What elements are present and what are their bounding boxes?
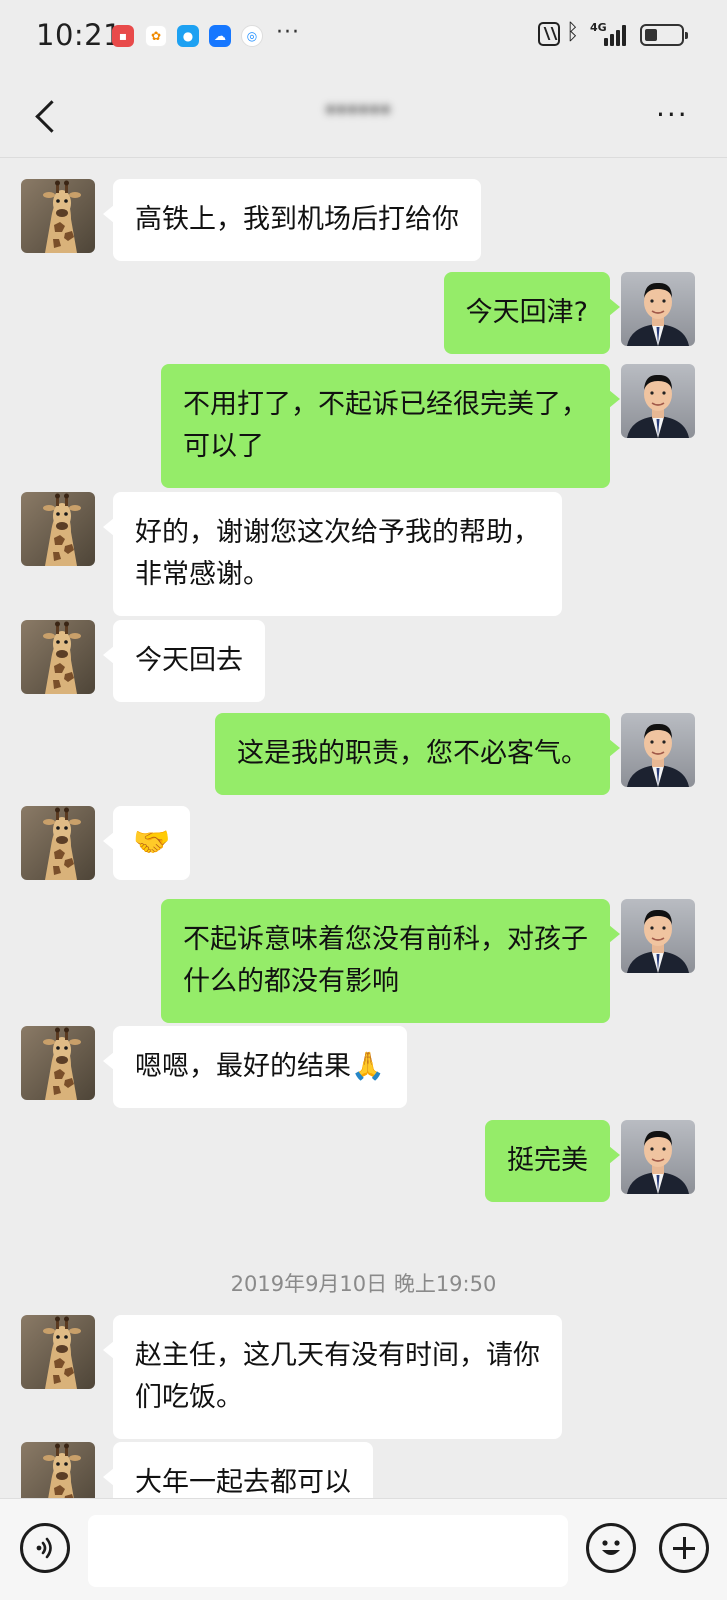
battery-level xyxy=(645,29,657,41)
voice-icon xyxy=(36,1537,52,1559)
contact-avatar[interactable] xyxy=(21,1315,95,1389)
huawei-store-icon: ▪ xyxy=(112,25,134,47)
nfc-icon xyxy=(538,22,560,46)
cloud-icon: ☁ xyxy=(209,25,231,47)
browser-icon: ◎ xyxy=(241,25,263,47)
message-bubble[interactable]: 赵主任，这几天有没有时间，请你 们吃饭。 xyxy=(103,1315,562,1439)
message-bubble[interactable]: 这是我的职责，您不必客气。 xyxy=(215,713,620,795)
my-avatar[interactable] xyxy=(621,713,695,787)
back-button[interactable] xyxy=(28,96,68,136)
more-notifications-icon: ··· xyxy=(276,20,300,45)
contact-avatar[interactable] xyxy=(21,179,95,253)
message-bubble[interactable]: 好的，谢谢您这次给予我的帮助， 非常感谢。 xyxy=(103,492,562,616)
message-bubble[interactable]: 不起诉意味着您没有前科，对孩子 什么的都没有影响 xyxy=(161,899,620,1023)
bluetooth-icon: ᛒ xyxy=(566,20,580,45)
status-time: 10:21 xyxy=(36,18,123,52)
status-bar: 10:21 ▪ ✿ ● ☁ ◎ ··· ᛒ 4G xyxy=(0,0,727,72)
more-options-button[interactable]: ··· xyxy=(656,98,689,131)
message-bubble[interactable]: 不用打了，不起诉已经很完美了， 可以了 xyxy=(161,364,620,488)
input-bar xyxy=(0,1498,727,1600)
message-bubble[interactable]: 高铁上，我到机场后打给你 xyxy=(103,179,481,261)
emoji-button[interactable] xyxy=(586,1523,636,1573)
contact-avatar[interactable] xyxy=(21,806,95,880)
my-avatar[interactable] xyxy=(621,1120,695,1194)
my-avatar[interactable] xyxy=(621,899,695,973)
message-input[interactable] xyxy=(88,1515,568,1587)
chat-screen: 10:21 ▪ ✿ ● ☁ ◎ ··· ᛒ 4G ****** ··· 高铁上，… xyxy=(0,0,727,1600)
my-avatar[interactable] xyxy=(621,272,695,346)
message-bubble[interactable]: 🤝 xyxy=(102,806,191,880)
message-bubble[interactable]: 今天回津? xyxy=(443,272,621,354)
message-bubble[interactable]: 嗯嗯，最好的结果🙏 xyxy=(103,1026,407,1108)
chat-title: ****** xyxy=(325,102,391,127)
message-timestamp: 2019年9月10日 晚上19:50 xyxy=(230,1272,497,1296)
smiley-icon xyxy=(602,1540,620,1555)
signal-icon xyxy=(604,24,630,46)
app-icon: ✿ xyxy=(145,25,167,47)
contact-avatar[interactable] xyxy=(21,1026,95,1100)
message-bubble[interactable]: 挺完美 xyxy=(485,1120,620,1202)
contact-avatar[interactable] xyxy=(21,620,95,694)
messenger-icon: ● xyxy=(177,25,199,47)
add-button[interactable] xyxy=(659,1523,709,1573)
my-avatar[interactable] xyxy=(621,364,695,438)
voice-input-button[interactable] xyxy=(20,1523,70,1573)
battery-icon xyxy=(640,24,688,46)
contact-avatar[interactable] xyxy=(21,492,95,566)
message-bubble[interactable]: 今天回去 xyxy=(103,620,265,702)
chat-header: ****** ··· xyxy=(0,72,727,158)
